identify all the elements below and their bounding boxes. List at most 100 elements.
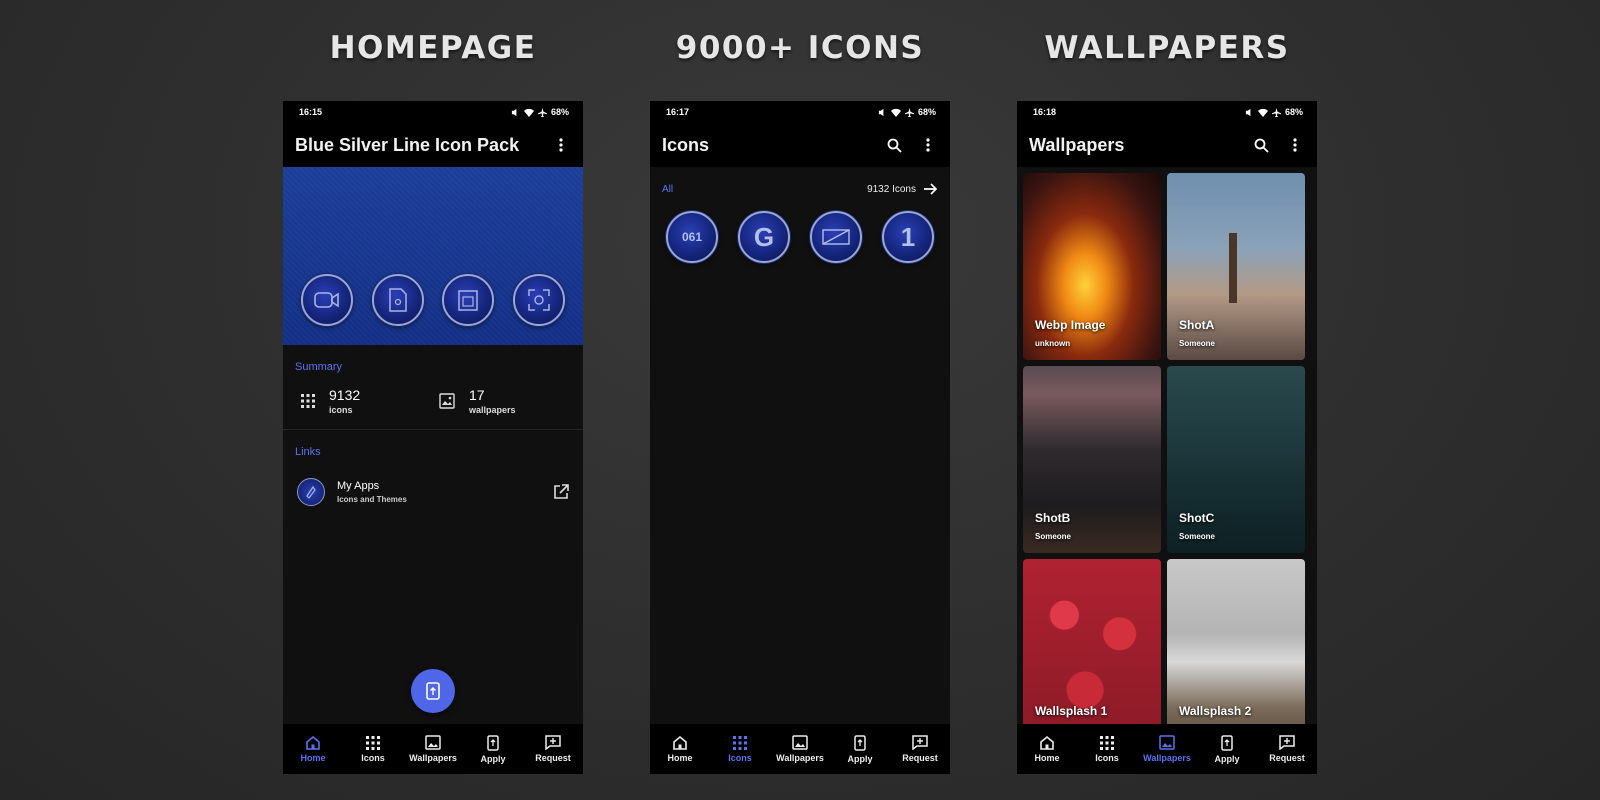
nav-label: Home [667, 753, 693, 763]
bottom-navigation: Home Icons Wallpapers Apply Request [1017, 724, 1317, 774]
request-icon [545, 735, 561, 750]
nav-label: Apply [1214, 753, 1240, 764]
app-icon-g[interactable]: G [738, 211, 790, 263]
grid-icon [301, 394, 315, 408]
apply-fab-button[interactable] [411, 669, 455, 713]
wifi-icon [523, 108, 534, 117]
video-camera-icon[interactable] [301, 274, 353, 326]
status-bar: 16:17 68% [650, 101, 950, 123]
apply-icon [487, 734, 499, 751]
app-bar: Blue Silver Line Icon Pack [283, 123, 583, 167]
more-vert-icon[interactable] [1285, 135, 1305, 155]
summary-icons[interactable]: 9132 icons [295, 387, 433, 415]
app-icon-flag[interactable] [810, 211, 862, 263]
phone-wallpapers: 16:18 68% Wallpapers Webp Image unknown … [1017, 101, 1317, 774]
battery-text: 68% [550, 107, 569, 117]
bottom-navigation: Home Icons Wallpapers Apply Request [283, 724, 583, 774]
nav-label: Request [1269, 753, 1305, 763]
nav-icons[interactable]: Icons [710, 735, 770, 763]
nav-apply[interactable]: Apply [1197, 734, 1257, 764]
image-icon [439, 393, 455, 409]
nav-label: Wallpapers [409, 753, 457, 763]
more-vert-icon[interactable] [918, 135, 938, 155]
airplane-icon [904, 107, 914, 117]
icons-preview-grid: 061 G 1 [650, 203, 950, 271]
wallpaper-title: ShotB [1035, 511, 1071, 525]
wallpaper-card[interactable]: ShotB Someone [1023, 366, 1161, 553]
status-bar: 16:15 68% [283, 101, 583, 123]
nav-label: Wallpapers [776, 753, 824, 763]
link-subtitle: Icons and Themes [337, 495, 407, 504]
mute-icon [1245, 108, 1251, 116]
calendar-icon[interactable] [442, 274, 495, 326]
nav-wallpapers[interactable]: Wallpapers [770, 735, 830, 763]
grid-icon [366, 735, 380, 750]
wallpaper-card[interactable]: Webp Image unknown [1023, 173, 1161, 360]
airplane-icon [1271, 107, 1281, 117]
nav-home[interactable]: Home [1017, 735, 1077, 763]
nav-icons[interactable]: Icons [343, 735, 403, 763]
request-icon [912, 735, 928, 750]
nav-request[interactable]: Request [1257, 735, 1317, 763]
request-icon [1279, 735, 1295, 750]
app-bar: Icons [650, 123, 950, 167]
phone-icons: 16:17 68% Icons All 9132 Icons 061 G 1 H… [650, 101, 950, 774]
nav-request[interactable]: Request [890, 735, 950, 763]
nav-home[interactable]: Home [650, 735, 710, 763]
wallpaper-card[interactable]: ShotA Someone [1167, 173, 1305, 360]
nav-label: Apply [480, 753, 506, 764]
section-title-icons: 9000+ ICONS [675, 30, 925, 66]
summary-wallpapers[interactable]: 17 wallpapers [433, 387, 571, 415]
battery-text: 68% [1284, 107, 1303, 117]
scan-icon[interactable] [512, 274, 565, 326]
wallpaper-grid: Webp Image unknown ShotA Someone ShotB S… [1017, 167, 1317, 752]
nav-apply[interactable]: Apply [830, 734, 890, 764]
app-bar: Wallpapers [1017, 123, 1317, 167]
nav-home[interactable]: Home [283, 735, 343, 763]
open-in-new-icon[interactable] [553, 484, 569, 500]
filter-all[interactable]: All [662, 184, 673, 195]
document-icon[interactable] [371, 274, 424, 326]
link-title: My Apps [337, 480, 380, 492]
header-banner [283, 167, 583, 345]
apply-icon [854, 734, 866, 751]
nav-wallpapers[interactable]: Wallpapers [403, 735, 463, 763]
grid-icon [733, 735, 747, 750]
wallpaper-title: Webp Image [1035, 318, 1106, 332]
nav-apply[interactable]: Apply [463, 734, 523, 764]
app-logo-icon [297, 478, 325, 506]
nav-label: Icons [361, 752, 385, 763]
wifi-icon [890, 108, 901, 117]
page-title: Icons [662, 134, 710, 155]
wallpaper-card[interactable]: Wallsplash 1 [1023, 559, 1161, 746]
icons-count-link[interactable]: 9132 Icons [867, 183, 938, 195]
app-icon-one[interactable]: 1 [882, 211, 934, 263]
search-icon[interactable] [1251, 135, 1271, 155]
wallpaper-card[interactable]: Wallsplash 2 [1167, 559, 1305, 746]
nav-icons[interactable]: Icons [1077, 735, 1137, 763]
nav-label: Request [902, 753, 938, 763]
status-time: 16:18 [1033, 107, 1057, 117]
links-label: Links [295, 446, 321, 458]
nav-label: Home [1034, 753, 1060, 763]
app-icon-061[interactable]: 061 [666, 211, 718, 263]
wallpaper-author: Someone [1035, 532, 1072, 541]
wallpapers-count: 17 [469, 387, 485, 403]
wallpaper-card[interactable]: ShotC Someone [1167, 366, 1305, 553]
battery-text: 68% [917, 107, 936, 117]
wallpaper-title: ShotC [1179, 511, 1215, 525]
section-title-homepage: HOMEPAGE [329, 30, 537, 66]
search-icon[interactable] [884, 135, 904, 155]
home-icon [306, 735, 320, 750]
nav-request[interactable]: Request [523, 735, 583, 763]
mute-icon [511, 108, 517, 116]
airplane-icon [537, 107, 547, 117]
link-my-apps[interactable]: My Apps Icons and Themes [283, 466, 583, 518]
wallpaper-author: Someone [1179, 339, 1216, 348]
nav-wallpapers[interactable]: Wallpapers [1137, 735, 1197, 763]
wifi-icon [1257, 108, 1268, 117]
more-vert-icon[interactable] [551, 135, 571, 155]
image-icon [425, 735, 441, 750]
section-title-wallpapers: WALLPAPERS [1044, 30, 1290, 66]
status-time: 16:17 [666, 107, 690, 117]
